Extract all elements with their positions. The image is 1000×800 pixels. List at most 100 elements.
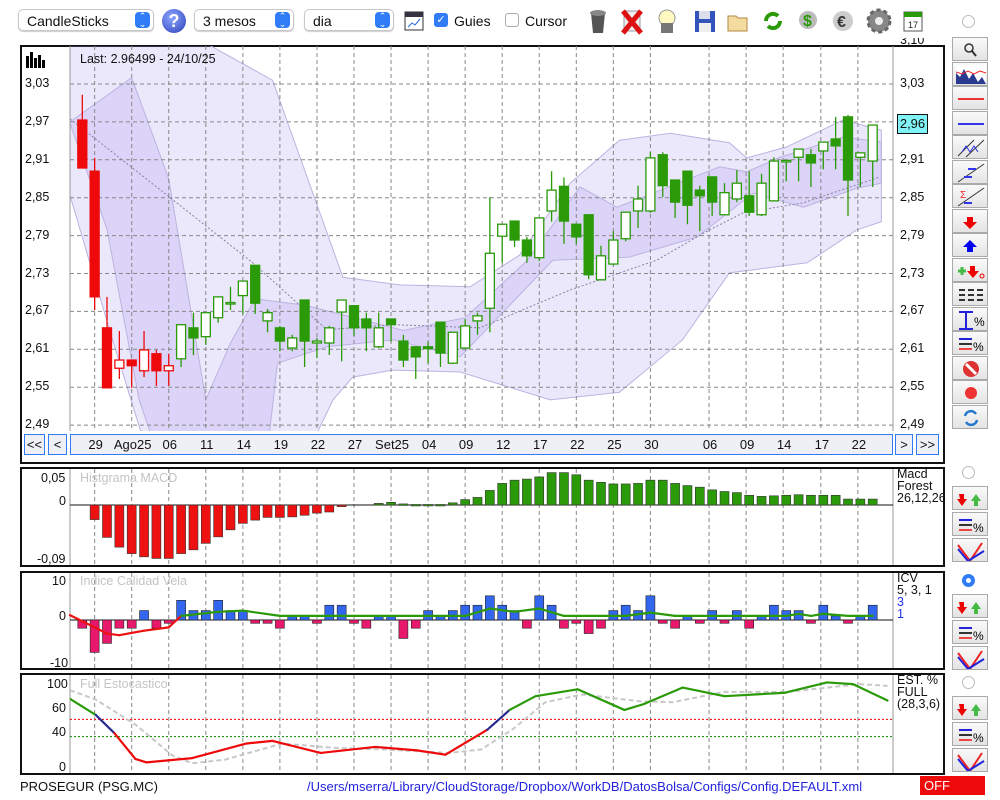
macd-panel-radio[interactable] [962, 466, 975, 479]
icv-bar [769, 604, 779, 621]
icv-bar [719, 619, 730, 624]
candle-body [410, 346, 421, 358]
icv-bar [349, 619, 359, 624]
lines-percent-icon: % [959, 627, 984, 643]
macd-title: Histgrama MACD [80, 471, 178, 485]
nav-prev-button[interactable]: < [48, 434, 67, 455]
date-label: 17 [533, 437, 548, 452]
macd-bar [176, 504, 186, 554]
stoch-legend: (28,3,6) [897, 697, 941, 711]
candle-body [558, 185, 570, 222]
macd-bar [312, 504, 322, 514]
icv-title: Indice Calidad Vela [80, 574, 188, 588]
macd-bar [806, 494, 816, 506]
stoch-tick: 0 [59, 760, 66, 774]
candle-body [707, 176, 718, 203]
macd-bar [447, 502, 458, 506]
plot-area [70, 46, 893, 431]
main-panel-radio[interactable] [962, 15, 975, 28]
stoch-k-line [245, 739, 274, 745]
range-percent-button[interactable]: % [952, 306, 988, 331]
y-tick-right: 2,85 [900, 189, 925, 204]
macd-bar [126, 504, 137, 554]
candle-body [435, 321, 446, 354]
candle-body [645, 157, 656, 212]
stochastic-title: Full Estocastico [80, 677, 168, 691]
channel-button[interactable] [952, 135, 988, 159]
candle-body [855, 152, 866, 158]
icv-legend: 1 [897, 607, 904, 621]
status-off-badge[interactable]: OFF [920, 776, 985, 795]
macd-bar [769, 495, 779, 506]
arrow-down-button[interactable] [952, 208, 988, 233]
y-tick-right: 2,55 [900, 379, 925, 394]
record-button[interactable] [952, 380, 988, 404]
candle-body [336, 299, 347, 313]
date-label: 09 [458, 437, 474, 452]
v-indicator-button[interactable] [952, 538, 988, 562]
candle-body [719, 191, 730, 216]
icv-panel-radio[interactable] [962, 574, 975, 587]
y-tick-left: 3,03 [25, 76, 50, 90]
chart-thumbnail-button[interactable] [952, 61, 988, 86]
signals-button[interactable] [952, 696, 988, 720]
nav-last-button[interactable]: >> [916, 434, 939, 455]
lines-percent-button[interactable]: % [952, 620, 988, 644]
macd-bar [299, 504, 310, 516]
candlestick-chart[interactable] [0, 0, 945, 470]
macd-bar [386, 501, 396, 506]
macd-bar [793, 494, 804, 506]
y-tick-left: 2,73 [25, 265, 50, 280]
date-label: 11 [200, 437, 214, 452]
dashes-button[interactable] [952, 282, 988, 306]
date-label: 14 [236, 437, 252, 452]
icv-bar [645, 595, 656, 621]
config-path-link[interactable]: /Users/mserra/Library/CloudStorage/Dropb… [307, 779, 862, 794]
candle-body [348, 305, 360, 329]
lines-percent-button[interactable]: % [952, 512, 988, 536]
icv-bar [139, 610, 149, 621]
no-entry-button[interactable] [952, 355, 988, 380]
y-tick-left: 2,91 [25, 151, 50, 166]
add-signal-button[interactable] [952, 257, 988, 282]
candle-body [175, 324, 187, 360]
candle-body [867, 124, 878, 162]
v-indicator-button[interactable] [952, 646, 988, 670]
date-label: 29 [88, 437, 103, 452]
icv-bar [312, 619, 322, 624]
v-indicator-button[interactable] [952, 748, 988, 772]
macd-bar [546, 472, 557, 506]
trend-arrows-button[interactable] [952, 159, 988, 184]
arrow-up-button[interactable] [952, 233, 988, 257]
macd-bar [201, 504, 211, 544]
candle-body [385, 318, 397, 326]
date-label: 19 [273, 437, 289, 452]
indicator-charts[interactable] [0, 460, 945, 780]
macd-bar [744, 494, 755, 506]
sigma-trend-button[interactable]: Σ [952, 184, 988, 208]
icv-tick: -10 [50, 656, 69, 670]
nav-first-button[interactable]: << [24, 434, 45, 455]
zoom-button[interactable] [952, 37, 988, 61]
y-tick-right: 2,73 [900, 265, 925, 280]
svg-text:%: % [974, 315, 985, 329]
candle-body [571, 223, 582, 238]
macd-bar [250, 504, 260, 521]
signals-button[interactable] [952, 594, 988, 618]
swap-button[interactable] [952, 404, 988, 429]
stoch-k-line [723, 691, 787, 698]
signals-button[interactable] [952, 486, 988, 510]
lines-percent-button[interactable]: % [952, 722, 988, 746]
date-axis-strip[interactable]: 29 Ago25 06 11 14 19 22 27 Set25 04 09 12 17 22 25 30 06… [70, 434, 893, 455]
blue-line-icon [958, 122, 984, 125]
icv-bar [163, 619, 174, 624]
icv-bar [620, 604, 631, 621]
nav-next-button[interactable]: > [895, 434, 913, 455]
candle-body [657, 154, 668, 187]
stochastic-panel-radio[interactable] [962, 676, 975, 689]
red-line-button[interactable] [952, 86, 988, 110]
y-tick-left: 2,67 [25, 303, 50, 318]
blue-line-button[interactable] [952, 110, 988, 135]
lines-percent-button[interactable]: % [952, 331, 988, 355]
candle-body [422, 346, 434, 350]
